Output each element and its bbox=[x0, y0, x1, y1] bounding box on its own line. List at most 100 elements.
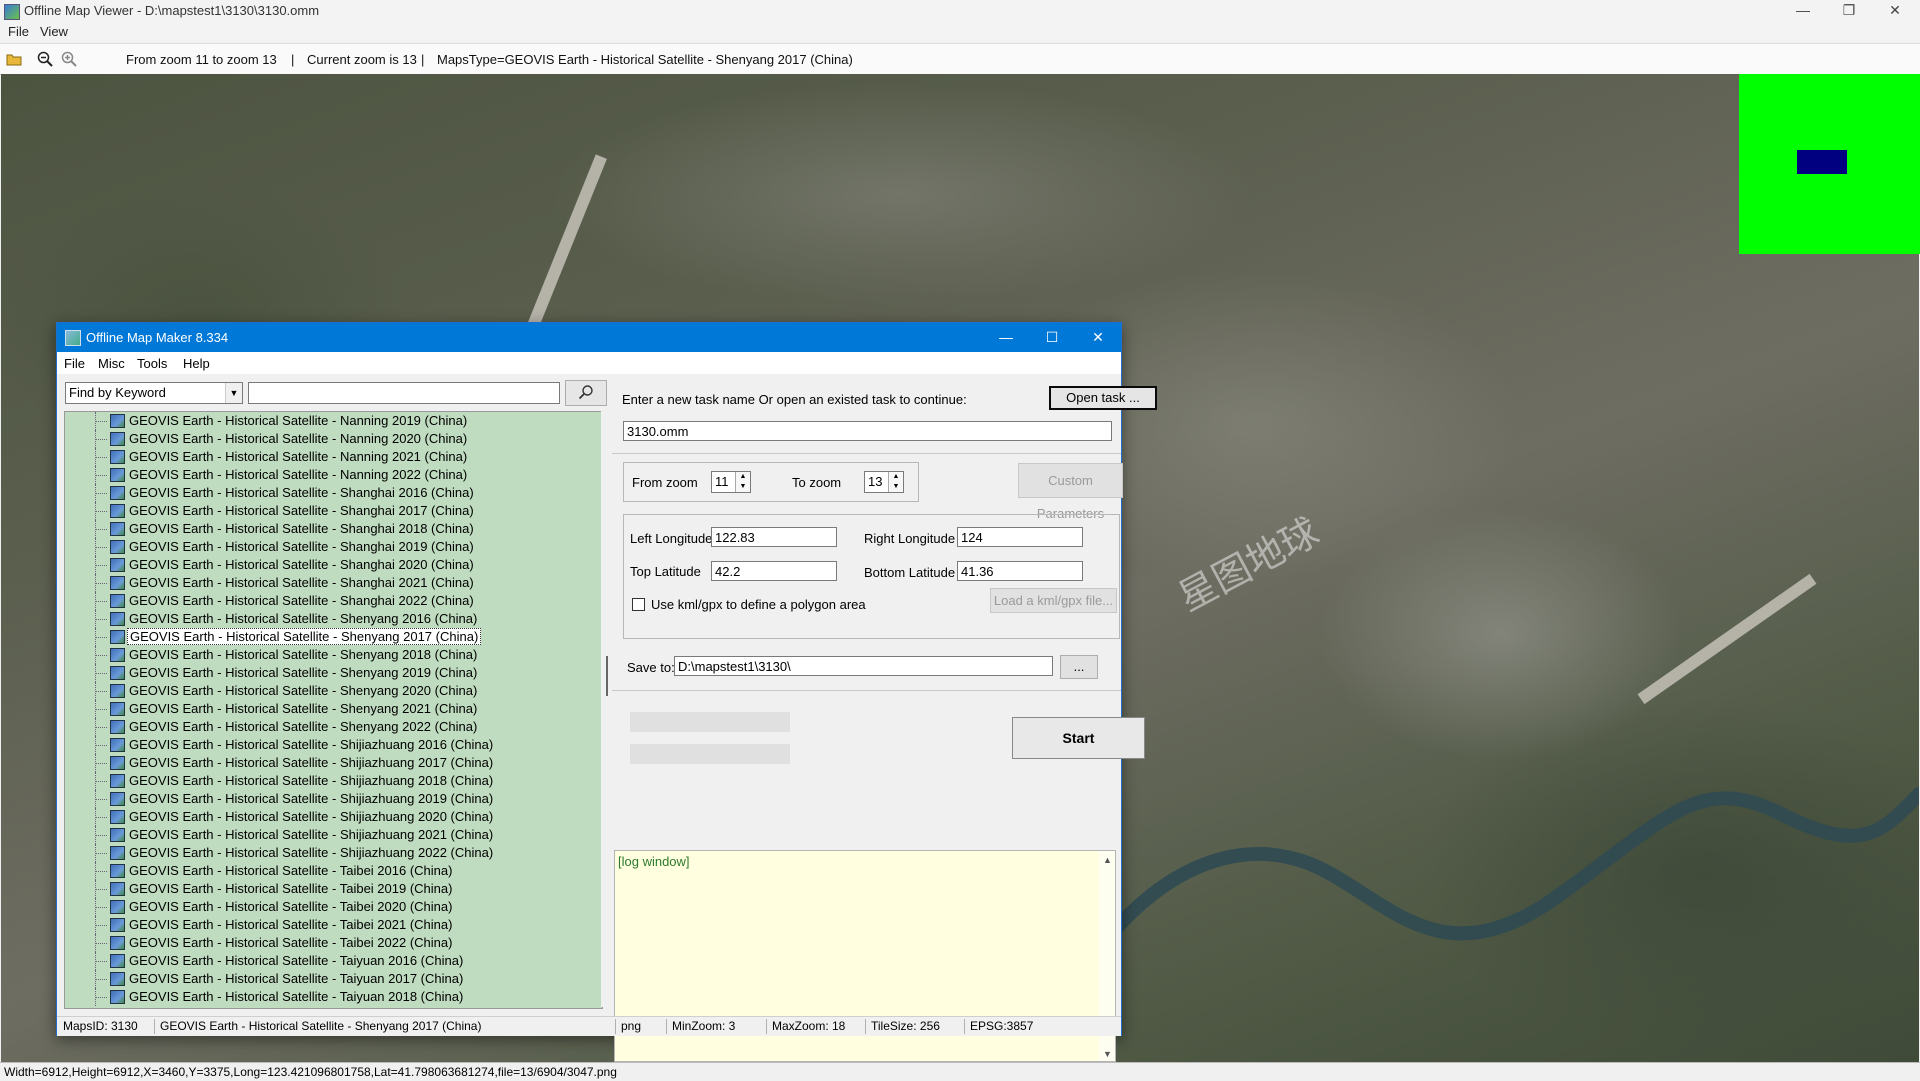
spin-up-icon[interactable]: ▲ bbox=[735, 472, 750, 482]
tree-item[interactable]: GEOVIS Earth - Historical Satellite - Sh… bbox=[65, 556, 602, 574]
tree-item[interactable]: GEOVIS Earth - Historical Satellite - Na… bbox=[65, 448, 602, 466]
tree-item[interactable]: GEOVIS Earth - Historical Satellite - Ta… bbox=[65, 898, 602, 916]
tree-connector bbox=[95, 529, 107, 531]
dialog-maximize-button[interactable]: ☐ bbox=[1029, 323, 1075, 352]
tree-connector bbox=[95, 889, 107, 891]
tree-item[interactable]: GEOVIS Earth - Historical Satellite - Sh… bbox=[65, 772, 602, 790]
tree-item[interactable]: GEOVIS Earth - Historical Satellite - Sh… bbox=[65, 592, 602, 610]
tile-size: TileSize: 256 bbox=[871, 1019, 940, 1033]
scroll-up-icon[interactable]: ▲ bbox=[1103, 855, 1112, 865]
right-longitude-field[interactable]: 124 bbox=[957, 527, 1083, 547]
maps-type-text: MapsType=GEOVIS Earth - Historical Satel… bbox=[437, 52, 853, 67]
tree-item[interactable]: GEOVIS Earth - Historical Satellite - Sh… bbox=[65, 502, 602, 520]
tree-item[interactable]: GEOVIS Earth - Historical Satellite - Sh… bbox=[65, 484, 602, 502]
open-folder-icon[interactable] bbox=[6, 51, 22, 67]
tree-item-label: GEOVIS Earth - Historical Satellite - Ta… bbox=[129, 899, 453, 914]
tree-item[interactable]: GEOVIS Earth - Historical Satellite - Sh… bbox=[65, 808, 602, 826]
tree-scrollbar-thumb[interactable] bbox=[606, 656, 608, 696]
tree-item-label: GEOVIS Earth - Historical Satellite - Sh… bbox=[129, 809, 494, 824]
tree-item[interactable]: GEOVIS Earth - Historical Satellite - Ta… bbox=[65, 934, 602, 952]
chevron-down-icon[interactable]: ▼ bbox=[225, 383, 242, 403]
minimap-viewport[interactable] bbox=[1797, 150, 1847, 174]
tree-item-label: GEOVIS Earth - Historical Satellite - Ta… bbox=[129, 971, 464, 986]
tree-item[interactable]: GEOVIS Earth - Historical Satellite - Sh… bbox=[65, 538, 602, 556]
scroll-down-icon[interactable]: ▼ bbox=[1103, 1049, 1112, 1059]
tree-item[interactable]: GEOVIS Earth - Historical Satellite - Sh… bbox=[65, 844, 602, 862]
maps-tree-list[interactable]: GEOVIS Earth - Historical Satellite - Na… bbox=[64, 411, 603, 1009]
to-zoom-stepper[interactable]: 13 ▲ ▼ bbox=[864, 471, 904, 493]
map-layer-icon bbox=[110, 972, 125, 986]
from-zoom-stepper[interactable]: 11 ▲ ▼ bbox=[711, 471, 751, 493]
zoom-in-icon[interactable] bbox=[61, 51, 77, 67]
tree-item[interactable]: GEOVIS Earth - Historical Satellite - Sh… bbox=[65, 826, 602, 844]
divider bbox=[615, 1019, 616, 1034]
dialog-menu-file[interactable]: File bbox=[64, 356, 85, 371]
search-input[interactable] bbox=[248, 382, 560, 404]
tree-item[interactable]: GEOVIS Earth - Historical Satellite - Sh… bbox=[65, 682, 602, 700]
divider bbox=[612, 453, 1121, 454]
tree-item[interactable]: GEOVIS Earth - Historical Satellite - Ta… bbox=[65, 862, 602, 880]
dialog-menu-tools[interactable]: Tools bbox=[137, 356, 167, 371]
menu-view[interactable]: View bbox=[40, 24, 68, 39]
tree-connector bbox=[95, 475, 107, 477]
tree-item[interactable]: GEOVIS Earth - Historical Satellite - Sh… bbox=[65, 664, 602, 682]
zoom-out-icon[interactable] bbox=[37, 51, 53, 67]
tree-item[interactable]: GEOVIS Earth - Historical Satellite - Sh… bbox=[65, 646, 602, 664]
tree-item[interactable]: GEOVIS Earth - Historical Satellite - Sh… bbox=[65, 520, 602, 538]
tree-item[interactable]: GEOVIS Earth - Historical Satellite - Ta… bbox=[65, 952, 602, 970]
tree-item[interactable]: GEOVIS Earth - Historical Satellite - Sh… bbox=[65, 628, 602, 646]
task-prompt-label: Enter a new task name Or open an existed… bbox=[622, 392, 967, 407]
map-layer-icon bbox=[110, 648, 125, 662]
tree-item[interactable]: GEOVIS Earth - Historical Satellite - Sh… bbox=[65, 736, 602, 754]
custom-parameters-button[interactable]: Custom Parameters bbox=[1018, 463, 1123, 521]
dialog-close-button[interactable]: ✕ bbox=[1075, 323, 1121, 352]
save-path-field[interactable]: D:\mapstest1\3130\ bbox=[674, 656, 1053, 676]
tree-item[interactable]: GEOVIS Earth - Historical Satellite - Na… bbox=[65, 466, 602, 484]
tree-item[interactable]: GEOVIS Earth - Historical Satellite - Ta… bbox=[65, 970, 602, 988]
browse-button[interactable]: ... bbox=[1060, 655, 1098, 679]
search-type-select[interactable]: Find by Keyword ▼ bbox=[65, 382, 243, 404]
close-button[interactable]: ✕ bbox=[1872, 0, 1918, 22]
start-button[interactable]: Start bbox=[1012, 717, 1145, 759]
tree-item[interactable]: GEOVIS Earth - Historical Satellite - Ta… bbox=[65, 880, 602, 898]
map-layer-icon bbox=[110, 486, 125, 500]
tree-item[interactable]: GEOVIS Earth - Historical Satellite - Sh… bbox=[65, 574, 602, 592]
load-kml-button[interactable]: Load a kml/gpx file... bbox=[990, 588, 1117, 613]
dialog-menu-bar: File Misc Tools Help bbox=[57, 352, 1121, 374]
left-longitude-field[interactable]: 122.83 bbox=[711, 527, 837, 547]
tree-connector bbox=[95, 691, 107, 693]
toolbar-separator: | bbox=[421, 52, 425, 67]
tree-item-label: GEOVIS Earth - Historical Satellite - Sh… bbox=[129, 593, 474, 608]
dialog-menu-help[interactable]: Help bbox=[183, 356, 210, 371]
menu-file[interactable]: File bbox=[8, 24, 29, 39]
minimize-button[interactable]: — bbox=[1780, 0, 1826, 22]
overview-minimap[interactable] bbox=[1739, 74, 1920, 254]
spin-up-icon[interactable]: ▲ bbox=[888, 472, 903, 482]
tree-item[interactable]: GEOVIS Earth - Historical Satellite - Sh… bbox=[65, 790, 602, 808]
to-zoom-label: To zoom bbox=[792, 475, 842, 490]
dialog-minimize-button[interactable]: — bbox=[983, 323, 1029, 352]
tree-item[interactable]: GEOVIS Earth - Historical Satellite - Na… bbox=[65, 430, 602, 448]
top-latitude-field[interactable]: 42.2 bbox=[711, 561, 837, 581]
dialog-menu-misc[interactable]: Misc bbox=[98, 356, 125, 371]
tree-item[interactable]: GEOVIS Earth - Historical Satellite - Sh… bbox=[65, 700, 602, 718]
task-name-field[interactable]: 3130.omm bbox=[623, 421, 1112, 441]
tree-item[interactable]: GEOVIS Earth - Historical Satellite - Ta… bbox=[65, 916, 602, 934]
bottom-latitude-field[interactable]: 41.36 bbox=[957, 561, 1083, 581]
spin-down-icon[interactable]: ▼ bbox=[888, 482, 903, 492]
tree-item[interactable]: GEOVIS Earth - Historical Satellite - Sh… bbox=[65, 610, 602, 628]
open-task-button[interactable]: Open task ... bbox=[1049, 386, 1157, 410]
search-button[interactable] bbox=[565, 380, 607, 406]
tree-item[interactable]: GEOVIS Earth - Historical Satellite - Na… bbox=[65, 412, 602, 430]
restore-button[interactable]: ❐ bbox=[1826, 0, 1872, 22]
spin-down-icon[interactable]: ▼ bbox=[735, 482, 750, 492]
tile-format: png bbox=[621, 1019, 642, 1033]
map-layer-icon bbox=[110, 414, 125, 428]
to-zoom-value: 13 bbox=[868, 474, 883, 489]
tree-item[interactable]: GEOVIS Earth - Historical Satellite - Ta… bbox=[65, 988, 602, 1006]
tree-item[interactable]: GEOVIS Earth - Historical Satellite - Sh… bbox=[65, 718, 602, 736]
tree-item-label: GEOVIS Earth - Historical Satellite - Sh… bbox=[129, 557, 474, 572]
tree-connector bbox=[95, 925, 107, 927]
polygon-checkbox[interactable] bbox=[632, 598, 645, 611]
tree-item[interactable]: GEOVIS Earth - Historical Satellite - Sh… bbox=[65, 754, 602, 772]
